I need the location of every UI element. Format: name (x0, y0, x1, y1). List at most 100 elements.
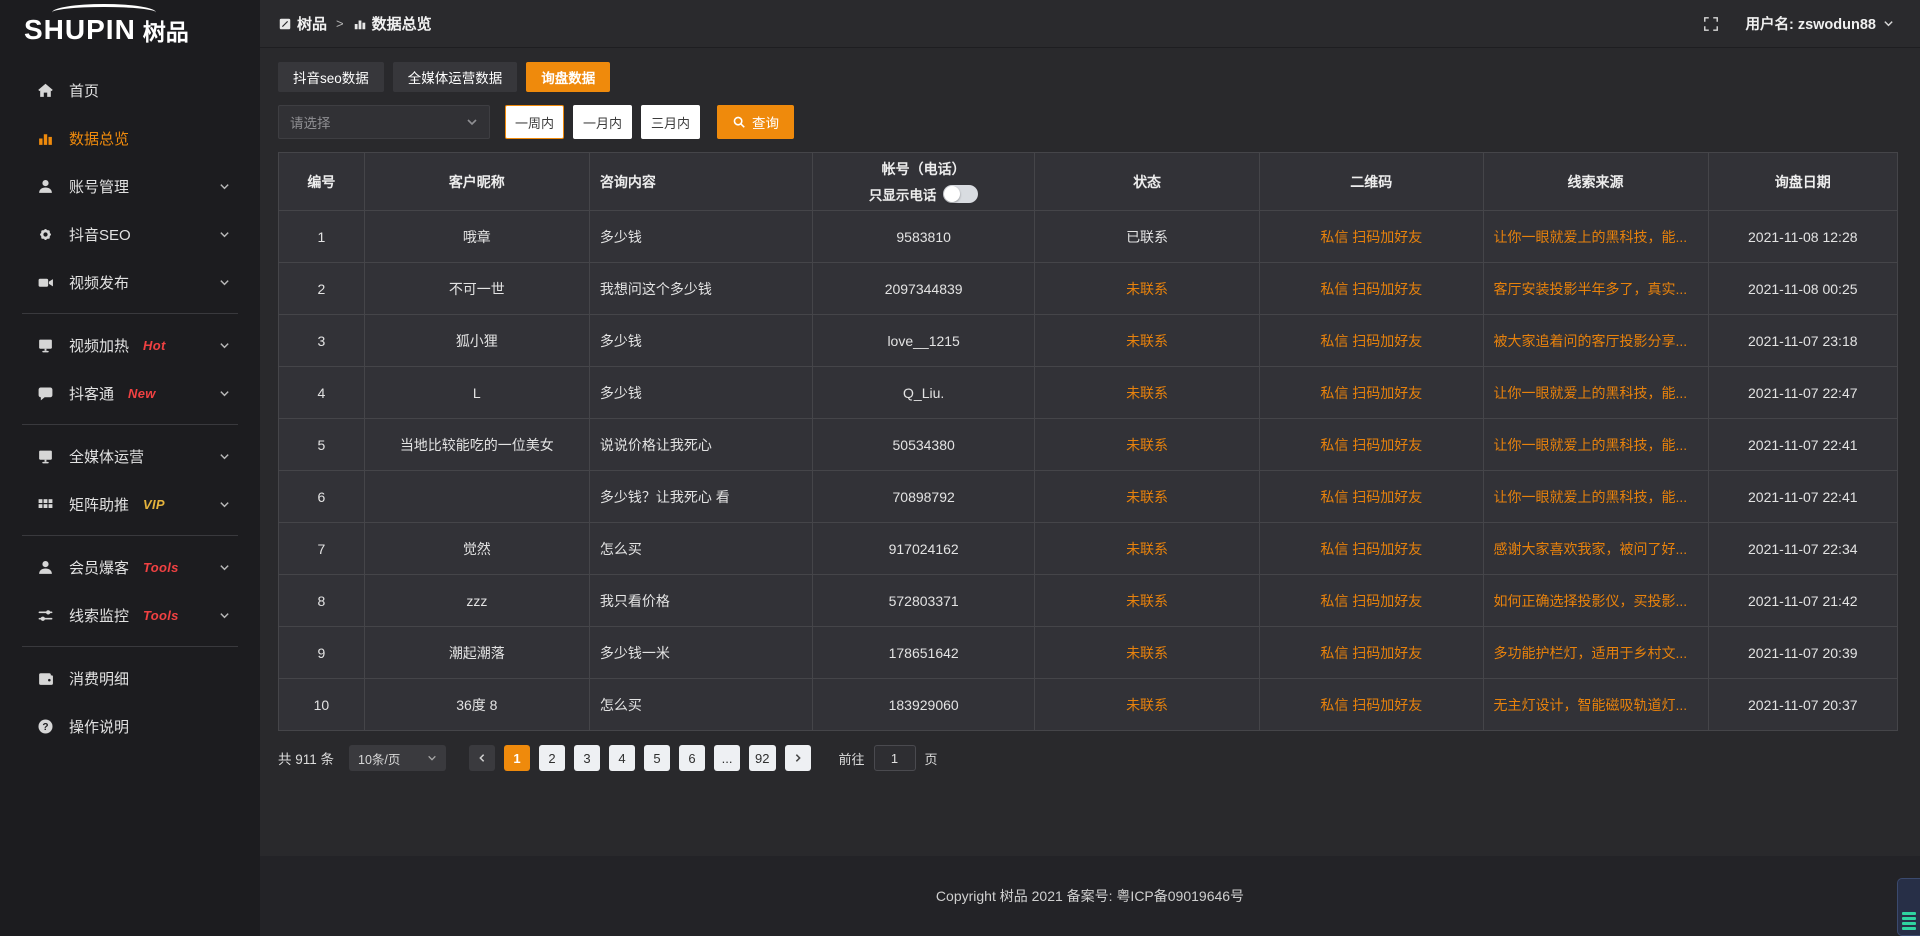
qrcode-link[interactable]: 私信 扫码加好友 (1260, 523, 1483, 575)
sidebar-item-instructions[interactable]: ? 操作说明 (0, 702, 260, 750)
goto-label: 前往 (839, 749, 865, 768)
cell-nickname: 觉然 (364, 523, 589, 575)
user-menu[interactable]: 用户名: zswodun88 (1745, 13, 1894, 34)
cell-no: 7 (279, 523, 365, 575)
tab-douyin-seo-data[interactable]: 抖音seo数据 (278, 62, 384, 92)
prev-page-button[interactable] (469, 745, 495, 771)
sidebar-item-video-heating[interactable]: 视频加热 Hot (0, 321, 260, 369)
bar-chart-icon (36, 129, 54, 147)
cell-nickname: 不可一世 (364, 263, 589, 315)
breadcrumb: 树品 > 数据总览 (278, 13, 432, 34)
qrcode-link[interactable]: 私信 扫码加好友 (1260, 471, 1483, 523)
sidebar-item-home[interactable]: 首页 (0, 66, 260, 114)
qrcode-link[interactable]: 私信 扫码加好友 (1260, 575, 1483, 627)
sidebar-item-label: 会员爆客 (69, 557, 129, 578)
chevron-down-icon (219, 451, 230, 462)
qrcode-link[interactable]: 私信 扫码加好友 (1260, 367, 1483, 419)
cell-no: 8 (279, 575, 365, 627)
status-badge: 未联系 (1035, 679, 1260, 731)
next-page-button[interactable] (785, 745, 811, 771)
lead-source-link[interactable]: 如何正确选择投影仪，买投影... (1483, 575, 1708, 627)
cell-date: 2021-11-08 00:25 (1708, 263, 1897, 315)
range-button-quarter[interactable]: 三月内 (641, 105, 700, 139)
table-row: 4 L 多少钱 Q_Liu. 未联系 私信 扫码加好友 让你一眼就爱上的黑科技，… (279, 367, 1898, 419)
qrcode-link[interactable]: 私信 扫码加好友 (1260, 419, 1483, 471)
query-button[interactable]: 查询 (717, 105, 794, 139)
sidebar-item-label: 首页 (69, 80, 99, 101)
cell-nickname (364, 471, 589, 523)
tab-omnimedia-data[interactable]: 全媒体运营数据 (393, 62, 518, 92)
phone-only-toggle[interactable] (943, 185, 978, 203)
sidebar-item-expense-detail[interactable]: 消费明细 (0, 654, 260, 702)
lead-source-link[interactable]: 让你一眼就爱上的黑科技，能... (1483, 471, 1708, 523)
page-button-2[interactable]: 2 (539, 745, 565, 771)
range-button-month[interactable]: 一月内 (573, 105, 632, 139)
qrcode-link[interactable]: 私信 扫码加好友 (1260, 627, 1483, 679)
sidebar-item-account-mgmt[interactable]: 账号管理 (0, 162, 260, 210)
goto-page-input[interactable] (874, 745, 916, 771)
page-button-3[interactable]: 3 (574, 745, 600, 771)
qrcode-link[interactable]: 私信 扫码加好友 (1260, 315, 1483, 367)
content: 抖音seo数据 全媒体运营数据 询盘数据 请选择 一周内 一月内 三月内 查询 (260, 48, 1920, 856)
user-icon (36, 558, 54, 576)
cell-date: 2021-11-07 23:18 (1708, 315, 1897, 367)
lead-source-link[interactable]: 无主灯设计，智能磁吸轨道灯... (1483, 679, 1708, 731)
lead-source-link[interactable]: 让你一眼就爱上的黑科技，能... (1483, 367, 1708, 419)
page-size-select[interactable]: 10条/页 (349, 745, 446, 771)
cell-content: 多少钱 (589, 367, 812, 419)
chat-bubble-icon (36, 384, 54, 402)
page-button-1[interactable]: 1 (504, 745, 530, 771)
app-window: SHUPIN 树品 首页 数据总览 账号管理 抖音SEO (0, 0, 1920, 936)
user-icon (36, 177, 54, 195)
question-circle-icon: ? (36, 717, 54, 735)
cell-account: 70898792 (813, 471, 1035, 523)
brand-logo-en: SHUPIN (24, 16, 136, 44)
qrcode-link[interactable]: 私信 扫码加好友 (1260, 211, 1483, 263)
table-row: 2 不可一世 我想问这个多少钱 2097344839 未联系 私信 扫码加好友 … (279, 263, 1898, 315)
status-badge: 未联系 (1035, 471, 1260, 523)
tab-inquiry-data[interactable]: 询盘数据 (526, 62, 610, 92)
corner-widget[interactable] (1897, 878, 1920, 936)
sidebar-item-label: 操作说明 (69, 716, 129, 737)
sidebar-item-data-overview[interactable]: 数据总览 (0, 114, 260, 162)
page-button-6[interactable]: 6 (679, 745, 705, 771)
sidebar-item-label: 全媒体运营 (69, 446, 144, 467)
chevron-down-icon (219, 388, 230, 399)
page-ellipsis-button[interactable]: ... (714, 745, 740, 771)
chevron-down-icon (219, 562, 230, 573)
range-button-week[interactable]: 一周内 (505, 105, 564, 139)
brand-logo: SHUPIN 树品 (0, 0, 260, 52)
page-button-5[interactable]: 5 (644, 745, 670, 771)
page-button-4[interactable]: 4 (609, 745, 635, 771)
sidebar-item-doketong[interactable]: 抖客通 New (0, 369, 260, 417)
table-row: 8 zzz 我只看价格 572803371 未联系 私信 扫码加好友 如何正确选… (279, 575, 1898, 627)
status-badge: 未联系 (1035, 575, 1260, 627)
cell-content: 怎么买 (589, 679, 812, 731)
breadcrumb-separator: > (336, 16, 344, 31)
page-button-92[interactable]: 92 (749, 745, 775, 771)
table-row: 5 当地比较能吃的一位美女 说说价格让我死心 50534380 未联系 私信 扫… (279, 419, 1898, 471)
data-tabs: 抖音seo数据 全媒体运营数据 询盘数据 (278, 62, 1898, 92)
sidebar-item-member-baoke[interactable]: 会员爆客 Tools (0, 543, 260, 591)
sidebar-item-video-publish[interactable]: 视频发布 (0, 258, 260, 306)
account-select[interactable]: 请选择 (278, 105, 490, 139)
fullscreen-icon[interactable] (1703, 16, 1719, 32)
qrcode-link[interactable]: 私信 扫码加好友 (1260, 263, 1483, 315)
lead-source-link[interactable]: 感谢大家喜欢我家，被问了好... (1483, 523, 1708, 575)
sidebar-item-lead-monitor[interactable]: 线索监控 Tools (0, 591, 260, 639)
sidebar-item-matrix-boost[interactable]: 矩阵助推 VIP (0, 480, 260, 528)
qrcode-link[interactable]: 私信 扫码加好友 (1260, 679, 1483, 731)
cell-date: 2021-11-07 20:37 (1708, 679, 1897, 731)
sidebar-item-douyin-seo[interactable]: 抖音SEO (0, 210, 260, 258)
lead-source-link[interactable]: 让你一眼就爱上的黑科技，能... (1483, 211, 1708, 263)
col-header-source: 线索来源 (1483, 153, 1708, 211)
lead-source-link[interactable]: 被大家追着问的客厅投影分享... (1483, 315, 1708, 367)
breadcrumb-root[interactable]: 树品 (278, 13, 327, 34)
lead-source-link[interactable]: 让你一眼就爱上的黑科技，能... (1483, 419, 1708, 471)
username-label: 用户名: zswodun88 (1745, 13, 1876, 34)
sidebar-item-label: 矩阵助推 (69, 494, 129, 515)
footer: Copyright 树品 2021 备案号: 粤ICP备09019646号 (260, 856, 1920, 936)
lead-source-link[interactable]: 多功能护栏灯，适用于乡村文... (1483, 627, 1708, 679)
sidebar-item-omni-media[interactable]: 全媒体运营 (0, 432, 260, 480)
lead-source-link[interactable]: 客厅安装投影半年多了，真实... (1483, 263, 1708, 315)
